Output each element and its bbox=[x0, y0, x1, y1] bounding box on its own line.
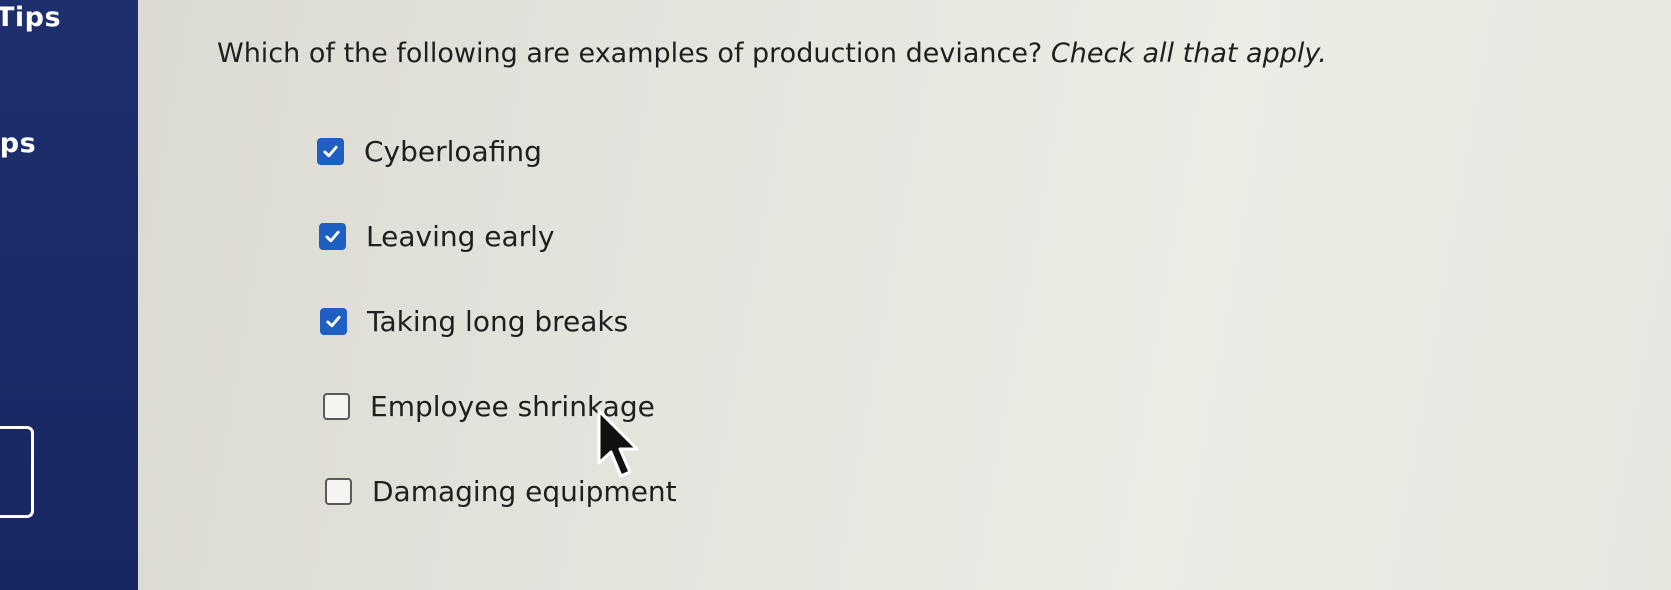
checkbox-checked-icon[interactable] bbox=[319, 223, 346, 250]
question-instruction: Check all that apply. bbox=[1050, 38, 1327, 69]
question-prompt: Which of the following are examples of p… bbox=[217, 38, 1043, 69]
checkbox-unchecked-icon[interactable] bbox=[323, 393, 350, 420]
checkbox-checked-icon[interactable] bbox=[317, 138, 344, 165]
sidebar: Tips ips bbox=[0, 0, 138, 590]
checkbox-unchecked-icon[interactable] bbox=[325, 478, 352, 505]
sidebar-button[interactable] bbox=[0, 426, 34, 518]
sidebar-tips-label[interactable]: Tips bbox=[0, 2, 61, 33]
option-leaving-early[interactable]: Leaving early bbox=[319, 220, 555, 253]
checkbox-checked-icon[interactable] bbox=[320, 308, 347, 335]
option-label: Taking long breaks bbox=[367, 305, 629, 338]
mouse-pointer-icon bbox=[597, 409, 639, 478]
question-text: Which of the following are examples of p… bbox=[217, 38, 1327, 69]
sidebar-tips-label-2[interactable]: ips bbox=[0, 128, 36, 159]
option-label: Cyberloafing bbox=[364, 135, 542, 168]
option-taking-long-breaks[interactable]: Taking long breaks bbox=[320, 305, 628, 338]
option-label: Leaving early bbox=[366, 220, 555, 253]
option-cyberloafing[interactable]: Cyberloafing bbox=[317, 135, 542, 168]
